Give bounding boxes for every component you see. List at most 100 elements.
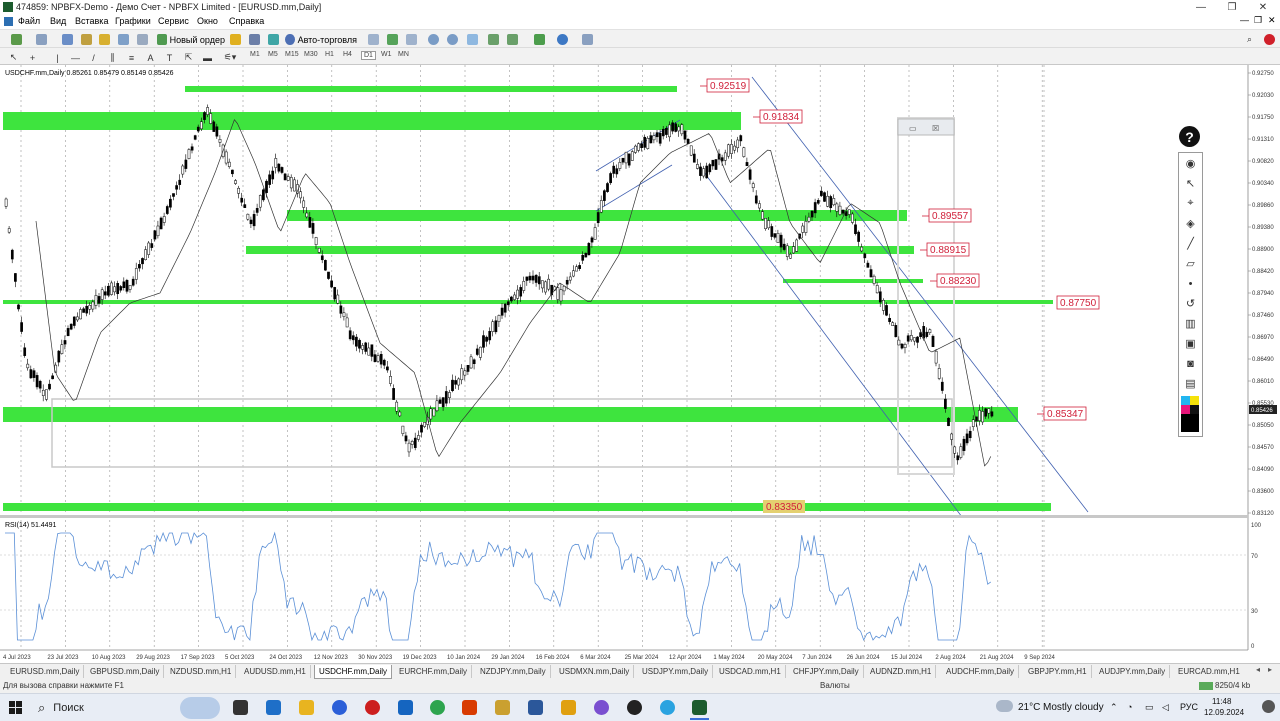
line-chart-button[interactable] (404, 32, 419, 47)
tab-usdchf[interactable]: USDCHF.mm,Daily (314, 665, 392, 679)
zoom-in-button[interactable] (426, 32, 441, 47)
timeframe-h1[interactable]: H1 (325, 51, 334, 58)
close-button[interactable]: ✕ (1248, 0, 1278, 15)
color-swatch-black-small[interactable] (1190, 405, 1199, 414)
tab-audusd[interactable]: AUDUSD.mm,H1 (240, 665, 311, 678)
help-icon[interactable]: ? (1179, 126, 1200, 147)
tab-nzdjpy[interactable]: NZDJPY.mm,Daily (476, 665, 551, 678)
zone-88915[interactable] (246, 246, 914, 254)
taskbar-search[interactable]: ⌕ Поиск (32, 698, 162, 717)
channel-upper-line[interactable] (751, 76, 1089, 513)
restore-button[interactable]: ❐ (1217, 0, 1247, 15)
undo-icon[interactable]: ↺ (1183, 296, 1198, 311)
pencil-icon[interactable]: ╱ (1183, 236, 1198, 251)
timeframe-h4[interactable]: H4 (343, 51, 352, 58)
word-icon[interactable] (528, 700, 543, 715)
tray-overflow-icon[interactable]: ⌃ (1110, 702, 1118, 713)
menu-file[interactable]: Файл (18, 16, 40, 26)
text-tool-button[interactable]: A (143, 50, 158, 65)
tab-gbpjpy[interactable]: GBPJPY.mm,H1 (1024, 665, 1092, 678)
zone-92519[interactable] (185, 86, 677, 92)
vertical-line-tool-button[interactable]: | (50, 50, 65, 65)
indicator-separator[interactable] (0, 515, 1248, 518)
menu-insert[interactable]: Вставка (75, 16, 108, 26)
minimize-button[interactable]: — (1186, 0, 1216, 15)
arrow-tool-button[interactable]: ⇱ (181, 50, 196, 65)
menu-window[interactable]: Окно (197, 16, 218, 26)
tab-eurusd[interactable]: EURUSD.mm,Daily (6, 665, 85, 678)
candlestick-button[interactable] (385, 32, 400, 47)
new-order-button[interactable]: Новый ордер (156, 32, 226, 47)
camera-icon[interactable]: ◙ (1183, 356, 1198, 371)
mdi-restore-button[interactable]: ❐ (1254, 15, 1262, 26)
rectangle-tool-button[interactable]: ▬ (200, 50, 215, 65)
file-explorer-icon[interactable] (299, 700, 314, 715)
mdi-minimize-button[interactable]: — (1240, 15, 1249, 25)
navigator-button[interactable] (97, 32, 112, 47)
clock-date[interactable]: 12.09.2024 (1204, 708, 1244, 717)
tab-chfjpy[interactable]: CHFJPY.mm,Daily (789, 665, 864, 678)
mdi-close-button[interactable]: ✕ (1268, 15, 1276, 26)
zone-87750[interactable] (3, 300, 1053, 304)
indicators-button[interactable] (528, 32, 550, 47)
auto-scroll-button[interactable] (486, 32, 501, 47)
dot-icon[interactable]: • (1183, 276, 1198, 291)
windows-start-icon[interactable] (9, 701, 22, 714)
tab-nzdusd[interactable]: NZDUSD.mm,H1 (166, 665, 237, 678)
tabs-scroll-right-icon[interactable]: ▸ (1268, 665, 1272, 674)
auto-trading-button[interactable]: Авто-торговля (284, 32, 358, 47)
tabs-scroll-left-icon[interactable]: ◂ (1256, 665, 1260, 674)
weather-temperature[interactable]: 21°C (1018, 702, 1040, 713)
terminal-button[interactable] (116, 32, 131, 47)
notes-icon[interactable] (495, 700, 510, 715)
fibonacci-tool-button[interactable]: ≡ (124, 50, 139, 65)
menu-help[interactable]: Справка (229, 16, 264, 26)
new-chart-button[interactable] (5, 32, 27, 47)
tab-audchf[interactable]: AUDCHF.mm,Daily (942, 665, 1019, 678)
periods-button[interactable] (551, 32, 573, 47)
menu-charts[interactable]: Графики (115, 16, 151, 26)
menu-view[interactable]: Вид (50, 16, 66, 26)
network-icon[interactable]: ▭ (1145, 702, 1154, 713)
language-indicator[interactable]: РУС (1180, 702, 1198, 712)
strategy-tester-button[interactable] (135, 32, 150, 47)
cursor-icon[interactable]: ↖ (1183, 176, 1198, 191)
tab-usdjpy[interactable]: USDJPY.mm,Daily (638, 665, 714, 678)
clipboard-icon[interactable]: ▤ (1183, 376, 1198, 391)
label-tool-button[interactable]: T (162, 50, 177, 65)
zone-83350[interactable] (3, 503, 1051, 511)
zone-91834[interactable] (3, 112, 741, 130)
search-icon[interactable]: ⌕ (1242, 32, 1257, 47)
magnet-icon[interactable]: ⌖ (1183, 196, 1198, 211)
floating-panel-header[interactable] (897, 118, 955, 136)
tab-usdcad[interactable]: USDCAD.mm,H1 (715, 665, 786, 678)
chart-window[interactable]: ▭ ☒ 0.92519 0.91834 0.89557 0.88915 0.88… (0, 65, 1280, 663)
notification-icon[interactable] (1262, 32, 1277, 47)
floating-panel-close-icon[interactable]: ☒ (932, 124, 939, 133)
notifications-icon[interactable] (1262, 700, 1275, 713)
signals-button[interactable] (266, 32, 281, 47)
tab-eurchf[interactable]: EURCHF.mm,Daily (395, 665, 472, 678)
color-swatch-black[interactable] (1181, 414, 1199, 432)
cursor-tool-button[interactable]: ↖ (6, 50, 21, 65)
zoom-out-button[interactable] (445, 32, 460, 47)
metaeditor-button[interactable] (228, 32, 243, 47)
horizontal-line-tool-button[interactable]: — (68, 50, 83, 65)
channel-tool-button[interactable]: ∥ (105, 50, 120, 65)
tab-audjpy[interactable]: AUDJPY.mm,Daily (1095, 665, 1171, 678)
timeframe-m1[interactable]: M1 (250, 51, 260, 58)
mail-icon[interactable] (398, 700, 413, 715)
menu-tools[interactable]: Сервис (158, 16, 189, 26)
eye-icon[interactable]: ◉ (1183, 156, 1198, 171)
shapes-dropdown-button[interactable]: ⚟▾ (219, 50, 241, 65)
timeframe-m15[interactable]: M15 (285, 51, 299, 58)
color-swatch-yellow[interactable] (1190, 396, 1199, 405)
data-window-button[interactable] (79, 32, 94, 47)
timeframe-mn[interactable]: MN (398, 51, 409, 58)
trendline-tool-button[interactable]: / (86, 50, 101, 65)
price-chart[interactable]: ▭ ☒ 0.92519 0.91834 0.89557 0.88915 0.88… (0, 65, 1280, 663)
task-view-icon[interactable] (233, 700, 248, 715)
timeframe-d1[interactable]: D1 (361, 51, 376, 60)
crosshair-tool-button[interactable]: + (25, 50, 40, 65)
tab-eurcad[interactable]: EURCAD.mm,H1 (1174, 665, 1244, 678)
